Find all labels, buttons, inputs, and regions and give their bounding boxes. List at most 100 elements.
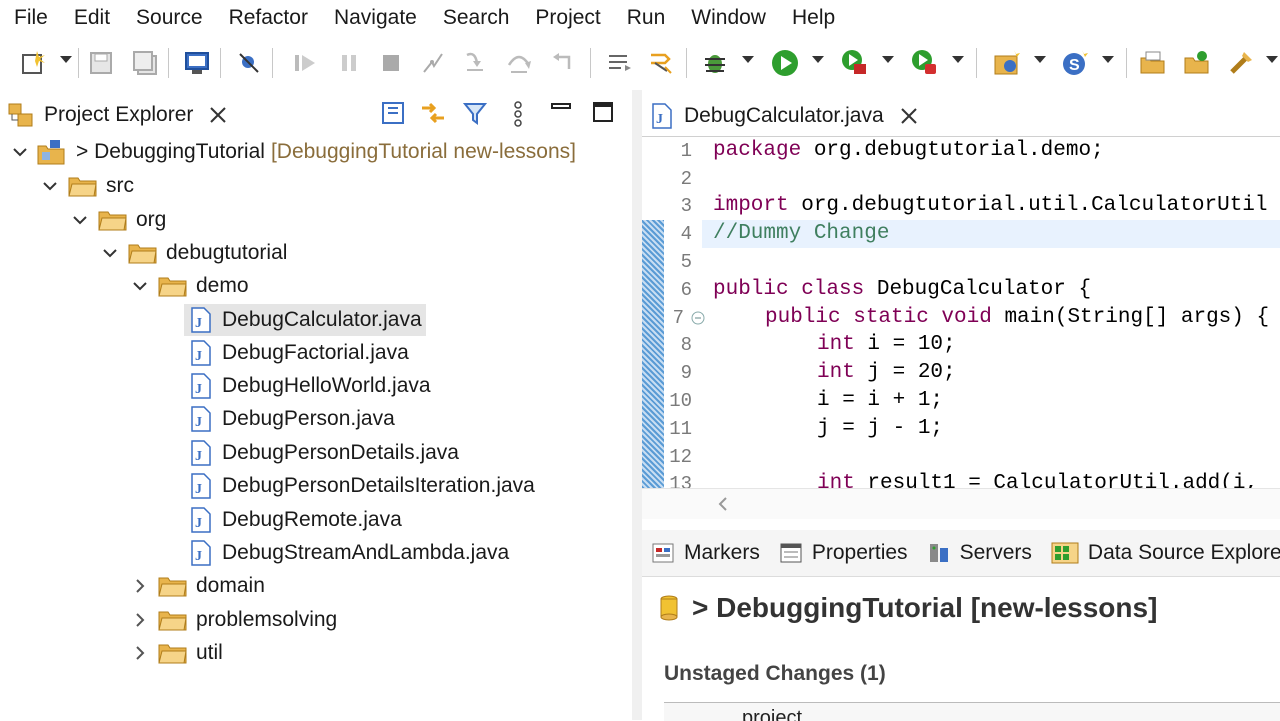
menu-refactor[interactable]: Refactor — [216, 0, 321, 36]
new-icon[interactable] — [16, 46, 50, 80]
chevron-down-icon[interactable] — [102, 245, 118, 261]
view-sash[interactable] — [632, 90, 642, 720]
tree-item-java-file[interactable]: J DebugCalculator.java — [184, 304, 426, 336]
code-line[interactable]: j = j - 1; — [817, 417, 943, 440]
chevron-down-icon[interactable] — [72, 212, 88, 228]
tree-item-java-file[interactable]: J DebugFactorial.java — [188, 337, 409, 369]
save-all-icon[interactable] — [128, 46, 162, 80]
menu-source[interactable]: Source — [123, 0, 216, 36]
resume-icon[interactable] — [288, 46, 322, 80]
link-with-editor-icon[interactable] — [418, 98, 448, 128]
chevron-right-icon[interactable] — [132, 612, 148, 628]
code-line[interactable]: i = i + 1; — [817, 389, 943, 412]
tree-item-java-file[interactable]: J DebugPersonDetailsIteration.java — [188, 470, 535, 502]
search-tool-icon[interactable] — [1224, 46, 1258, 80]
tab-project-explorer[interactable]: Project Explorer — [6, 96, 229, 134]
menu-edit[interactable]: Edit — [61, 0, 123, 36]
external-tools-dropdown-icon[interactable] — [952, 56, 964, 63]
coverage-dropdown-icon[interactable] — [882, 56, 894, 63]
external-tools-icon[interactable] — [908, 46, 942, 80]
code-line[interactable]: package org.debugtutorial.demo; — [713, 139, 1104, 162]
chevron-down-icon[interactable] — [132, 278, 148, 294]
search-dropdown-icon[interactable] — [1266, 56, 1278, 63]
filter-icon[interactable] — [462, 100, 488, 126]
tree-item-util[interactable]: util — [132, 637, 223, 669]
coverage-icon[interactable] — [838, 46, 872, 80]
run-icon[interactable] — [768, 46, 802, 80]
tab-data-source-explorer[interactable]: Data Source Explorer — [1050, 539, 1280, 567]
skip-breakpoints-icon[interactable] — [232, 46, 266, 80]
code-line[interactable]: public static void main(String[] args) { — [765, 306, 1269, 329]
svg-text:J: J — [195, 415, 202, 430]
disconnect-icon[interactable] — [416, 46, 450, 80]
maximize-icon[interactable] — [592, 100, 614, 124]
chevron-right-icon[interactable] — [132, 578, 148, 594]
new-dropdown-icon[interactable] — [60, 56, 72, 63]
open-type-icon[interactable] — [1136, 46, 1170, 80]
tree-item-java-file[interactable]: J DebugHelloWorld.java — [188, 370, 431, 402]
tree-item-domain[interactable]: domain — [132, 570, 265, 602]
tree-item-debugtutorial[interactable]: debugtutorial — [102, 237, 287, 269]
chevron-down-icon[interactable] — [42, 178, 58, 194]
step-into-icon[interactable] — [458, 46, 492, 80]
tree-item-java-file[interactable]: J DebugPerson.java — [188, 403, 395, 435]
menu-help[interactable]: Help — [779, 0, 848, 36]
unstaged-changes-header[interactable]: Unstaged Changes (1) — [664, 662, 886, 686]
debug-dropdown-icon[interactable] — [742, 56, 754, 63]
terminate-icon[interactable] — [374, 46, 408, 80]
chevron-down-icon[interactable] — [12, 144, 28, 160]
menu-project[interactable]: Project — [522, 0, 613, 36]
close-icon[interactable] — [898, 105, 920, 127]
use-step-filters-icon[interactable] — [644, 46, 678, 80]
fold-collapse-icon[interactable] — [690, 310, 706, 326]
tree-item-java-file[interactable]: J DebugRemote.java — [188, 504, 402, 536]
tab-debugcalculator[interactable]: J DebugCalculator.java — [650, 98, 920, 134]
terminal-icon[interactable] — [180, 46, 214, 80]
tab-servers[interactable]: Servers — [926, 540, 1032, 566]
tree-item-demo[interactable]: demo — [132, 270, 249, 302]
suspend-icon[interactable] — [332, 46, 366, 80]
view-menu-icon[interactable] — [510, 100, 526, 128]
folder-label-org: org — [136, 208, 167, 231]
code-comment[interactable]: //Dummy Change — [713, 222, 889, 245]
menu-navigate[interactable]: Navigate — [321, 0, 430, 36]
new-java-class-icon[interactable]: S — [1058, 46, 1092, 80]
drop-to-frame-icon[interactable] — [602, 46, 636, 80]
chevron-right-icon[interactable] — [132, 645, 148, 661]
close-icon[interactable] — [207, 104, 229, 126]
tab-markers[interactable]: Markers — [650, 540, 760, 566]
minimize-icon[interactable] — [550, 100, 572, 122]
collapse-all-icon[interactable] — [380, 100, 406, 126]
step-over-icon[interactable] — [502, 46, 536, 80]
code-line[interactable]: int i = 10; — [817, 333, 956, 356]
scroll-left-icon[interactable] — [716, 495, 730, 513]
menu-window[interactable]: Window — [678, 0, 779, 36]
unstaged-changes-list[interactable]: project — [664, 702, 1280, 721]
menu-file[interactable]: File — [0, 0, 61, 36]
tree-item-project-root[interactable]: > DebuggingTutorial [DebuggingTutorial n… — [12, 136, 576, 168]
new-java-class-dropdown-icon[interactable] — [1102, 56, 1114, 63]
unstaged-item[interactable]: project — [742, 703, 802, 721]
code-line[interactable]: int j = 20; — [817, 361, 956, 384]
horizontal-scrollbar[interactable] — [642, 488, 1280, 519]
new-java-project-icon[interactable] — [990, 46, 1024, 80]
new-java-project-dropdown-icon[interactable] — [1034, 56, 1046, 63]
bottom-panel-tabs: Markers Properties Servers Data Source E… — [642, 530, 1280, 577]
tree-item-problemsolving[interactable]: problemsolving — [132, 604, 337, 636]
menu-run[interactable]: Run — [614, 0, 679, 36]
menu-search[interactable]: Search — [430, 0, 523, 36]
tab-properties[interactable]: Properties — [778, 540, 908, 566]
debug-icon[interactable] — [698, 46, 732, 80]
tree-item-src[interactable]: src — [42, 170, 134, 202]
open-task-icon[interactable] — [1180, 46, 1214, 80]
tree-item-java-file[interactable]: J DebugPersonDetails.java — [188, 437, 459, 469]
step-return-icon[interactable] — [546, 46, 580, 80]
tree-item-java-file[interactable]: J DebugStreamAndLambda.java — [188, 537, 509, 569]
code-line[interactable]: public class DebugCalculator { — [713, 278, 1091, 301]
tree-item-org[interactable]: org — [72, 204, 166, 236]
project-explorer-header: Project Explorer — [0, 90, 632, 136]
code-line[interactable]: import org.debugtutorial.util.Calculator… — [713, 194, 1268, 217]
run-dropdown-icon[interactable] — [812, 56, 824, 63]
project-root-decoration: [DebuggingTutorial new-lessons] — [270, 140, 576, 163]
save-icon[interactable] — [84, 46, 118, 80]
